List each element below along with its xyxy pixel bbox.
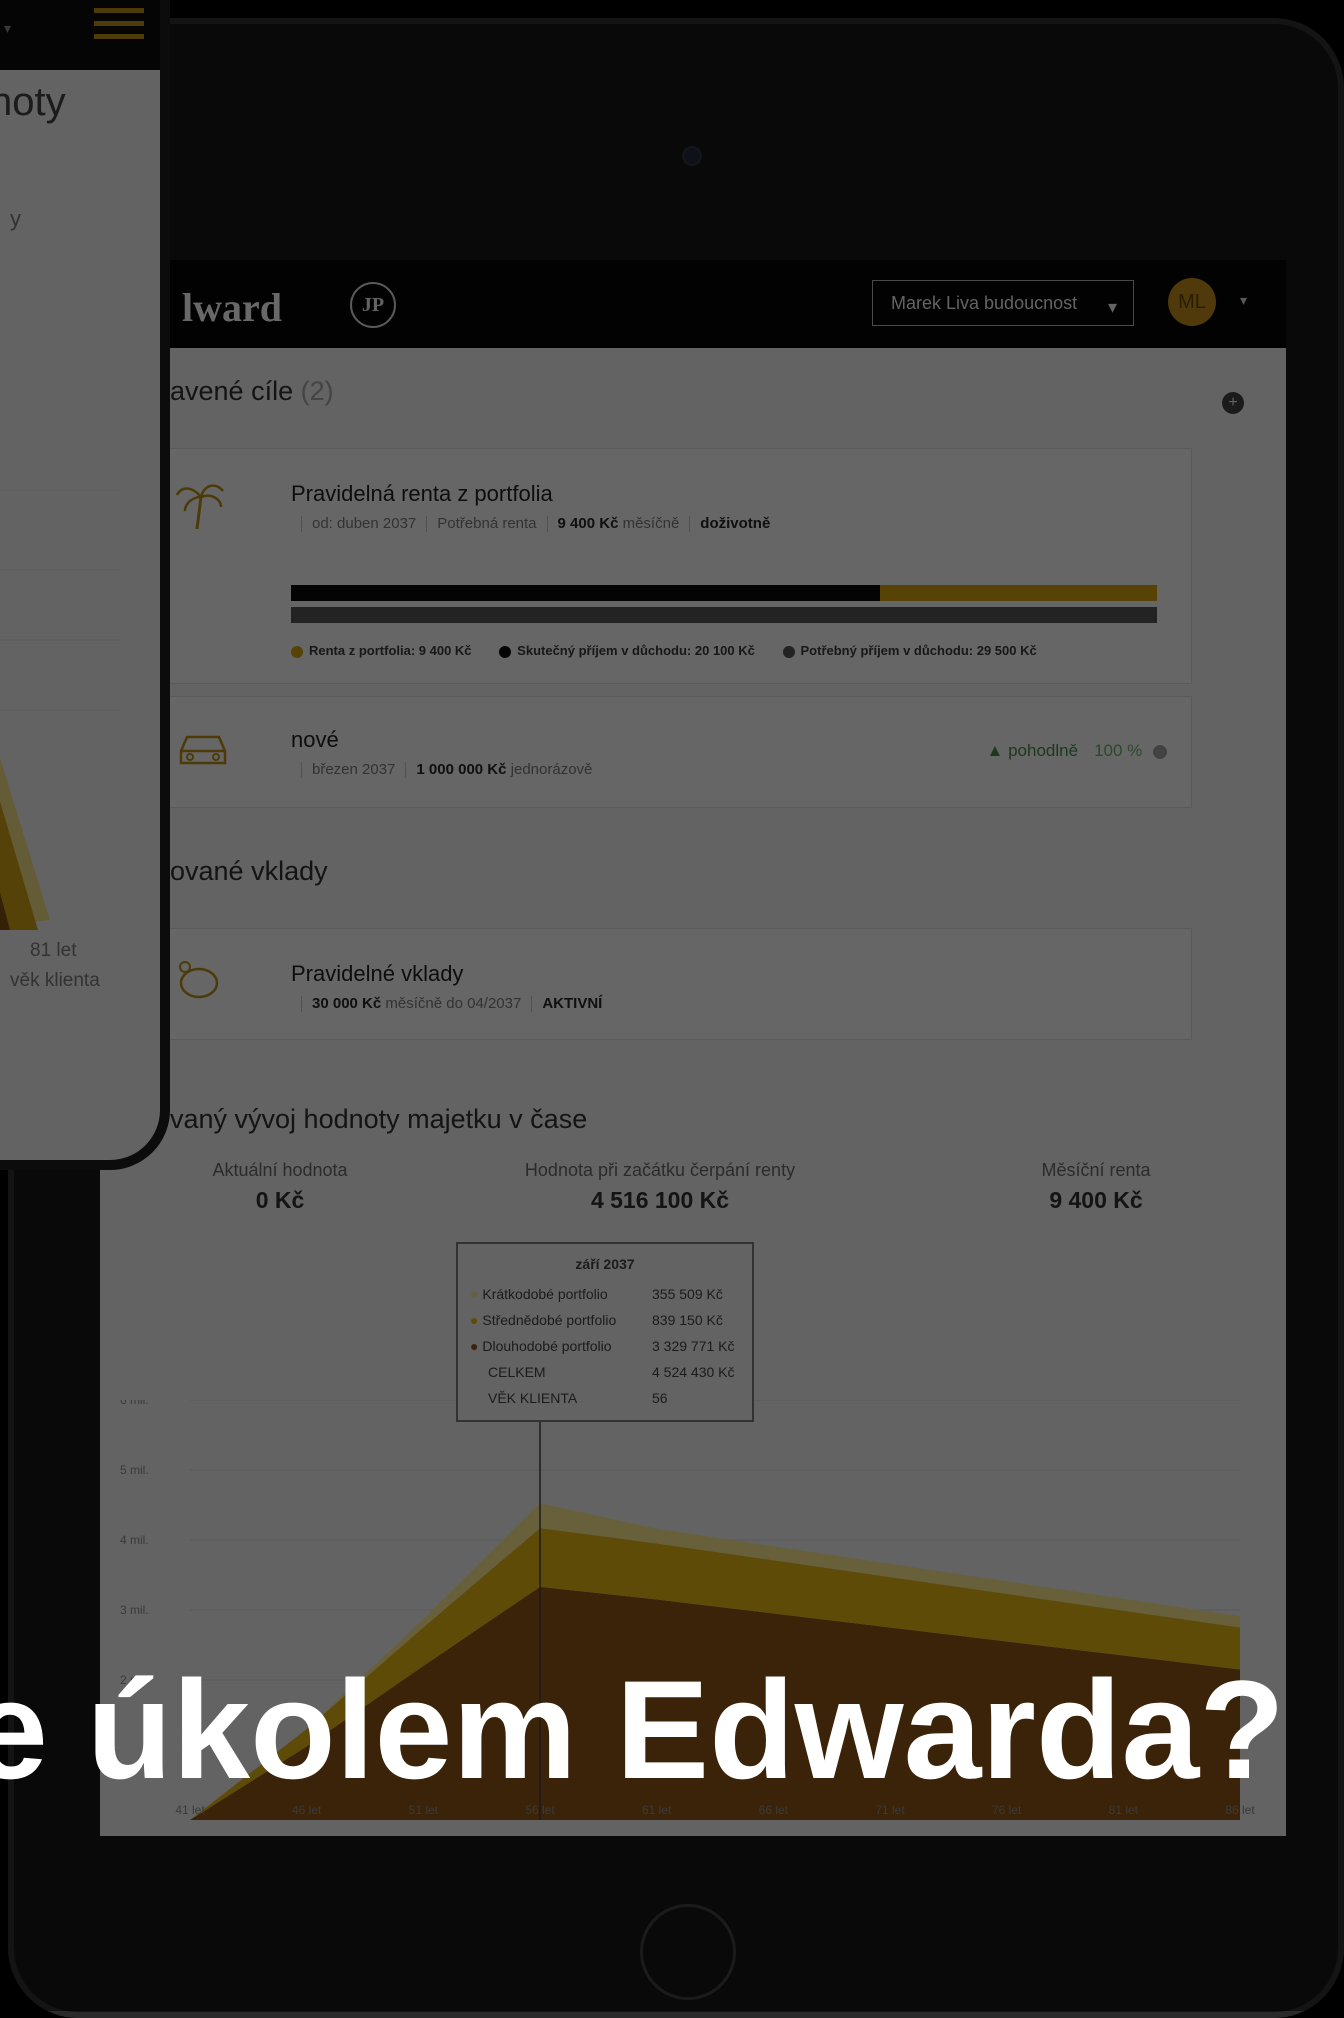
actual-income-fill <box>291 585 880 601</box>
deposit-meta: 30 000 Kč měsíčně do 04/2037 AKTIVNÍ <box>291 995 602 1013</box>
legend-item: Potřebný příjem v důchodu: 29 500 Kč <box>782 643 1037 658</box>
tooltip-title: září 2037 <box>575 1256 635 1272</box>
goal-legend: Renta z portfolia: 9 400 Kč Skutečný pří… <box>291 643 1061 658</box>
chart-tooltip: září 2037 ● Krátkodobé portfolio 355 509 … <box>456 1242 754 1422</box>
income-progress-bar <box>291 585 1157 601</box>
goal-status: ▲ pohodlně 100 % <box>987 741 1167 761</box>
top-bar: lward JP Marek Liva budoucnost ▾ ML ▾ <box>100 260 1286 348</box>
goal-title: nové <box>291 727 339 752</box>
deposit-card[interactable]: Pravidelné vklady 30 000 Kč měsíčně do 0… <box>150 928 1192 1040</box>
piggy-bank-icon <box>175 959 225 1014</box>
phone-subtitle: y <box>10 206 21 231</box>
goal-meta: od: duben 2037 Potřebná renta 9 400 Kč měs… <box>291 515 770 533</box>
tooltip-row: ● Krátkodobé portfolio 355 509 Kč <box>470 1286 723 1302</box>
phone-frame: ▾ noty y 81 let věk klienta <box>0 0 170 1170</box>
add-goal-icon[interactable]: + <box>1222 392 1244 414</box>
phone-x-label: věk klienta <box>10 970 100 991</box>
y-tick-label: 6 mil. <box>120 1400 149 1407</box>
goals-section: avené cíle (2) <box>170 376 1268 407</box>
avatar[interactable]: ML <box>1168 278 1216 326</box>
chevron-down-icon[interactable]: ▾ <box>4 20 11 37</box>
section-title: ované vklady <box>170 856 328 886</box>
goal-title: Pravidelná renta z portfolia <box>291 481 553 506</box>
tooltip-row: ● Střednědobé portfolio 839 150 Kč <box>470 1312 723 1328</box>
stat-rent-start: Hodnota při začátku čerpání renty 4 516 … <box>524 1160 796 1213</box>
chevron-down-icon[interactable]: ▾ <box>1240 292 1247 309</box>
deposit-title: Pravidelné vklady <box>291 961 464 986</box>
headline: e úkolem Edwarda? <box>0 1651 1285 1808</box>
menu-icon[interactable] <box>94 8 144 47</box>
brand-mark-icon: JP <box>350 282 396 328</box>
phone-chart <box>0 490 120 930</box>
section-title: avené cíle (2) <box>170 376 334 406</box>
tooltip-row: ● Dlouhodobé portfolio 3 329 771 Kč <box>470 1338 735 1354</box>
car-icon <box>175 729 231 780</box>
goal-card[interactable]: Pravidelná renta z portfolia od: duben 2… <box>150 448 1192 684</box>
chevron-down-icon: ▾ <box>1107 297 1117 317</box>
tooltip-row: CELKEM 4 524 430 Kč <box>488 1364 735 1380</box>
home-button[interactable] <box>640 1904 736 2000</box>
app-screen: lward JP Marek Liva budoucnost ▾ ML ▾ av… <box>100 260 1286 1836</box>
goal-card[interactable]: nové březen 2037 1 000 000 Kč jednorázově… <box>150 696 1192 808</box>
phone-title: noty <box>0 80 66 124</box>
account-selector[interactable]: Marek Liva budoucnost ▾ <box>872 280 1134 326</box>
account-name: Marek Liva budoucnost <box>891 292 1078 313</box>
info-icon[interactable] <box>1153 744 1167 759</box>
thumb-up-icon: ▲ <box>986 741 1004 760</box>
phone-age-label: 81 let <box>30 940 77 961</box>
phone-top-bar: ▾ <box>0 0 160 70</box>
stat-monthly-rent: Měsíční renta 9 400 Kč <box>1041 1160 1151 1213</box>
section-title: vaný vývoj hodnoty majetku v čase <box>170 1104 588 1134</box>
deposits-section: ované vklady <box>170 856 1268 887</box>
legend-item: Skutečný příjem v důchodu: 20 100 Kč <box>499 643 755 658</box>
projection-section: vaný vývoj hodnoty majetku v čase <box>170 1104 1268 1135</box>
y-tick-label: 4 mil. <box>120 1533 149 1547</box>
tooltip-row: VĚK KLIENTA 56 <box>488 1390 668 1406</box>
y-tick-label: 5 mil. <box>120 1463 149 1477</box>
needed-income-bar <box>291 607 1157 623</box>
brand-logo: lward <box>182 285 282 330</box>
y-tick-label: 3 mil. <box>120 1603 149 1617</box>
palm-tree-icon <box>175 479 225 542</box>
legend-item: Renta z portfolia: 9 400 Kč <box>291 643 472 658</box>
stat-current: Aktuální hodnota 0 Kč <box>212 1160 348 1213</box>
camera-icon <box>682 146 702 166</box>
goal-meta: březen 2037 1 000 000 Kč jednorázově <box>291 761 592 779</box>
